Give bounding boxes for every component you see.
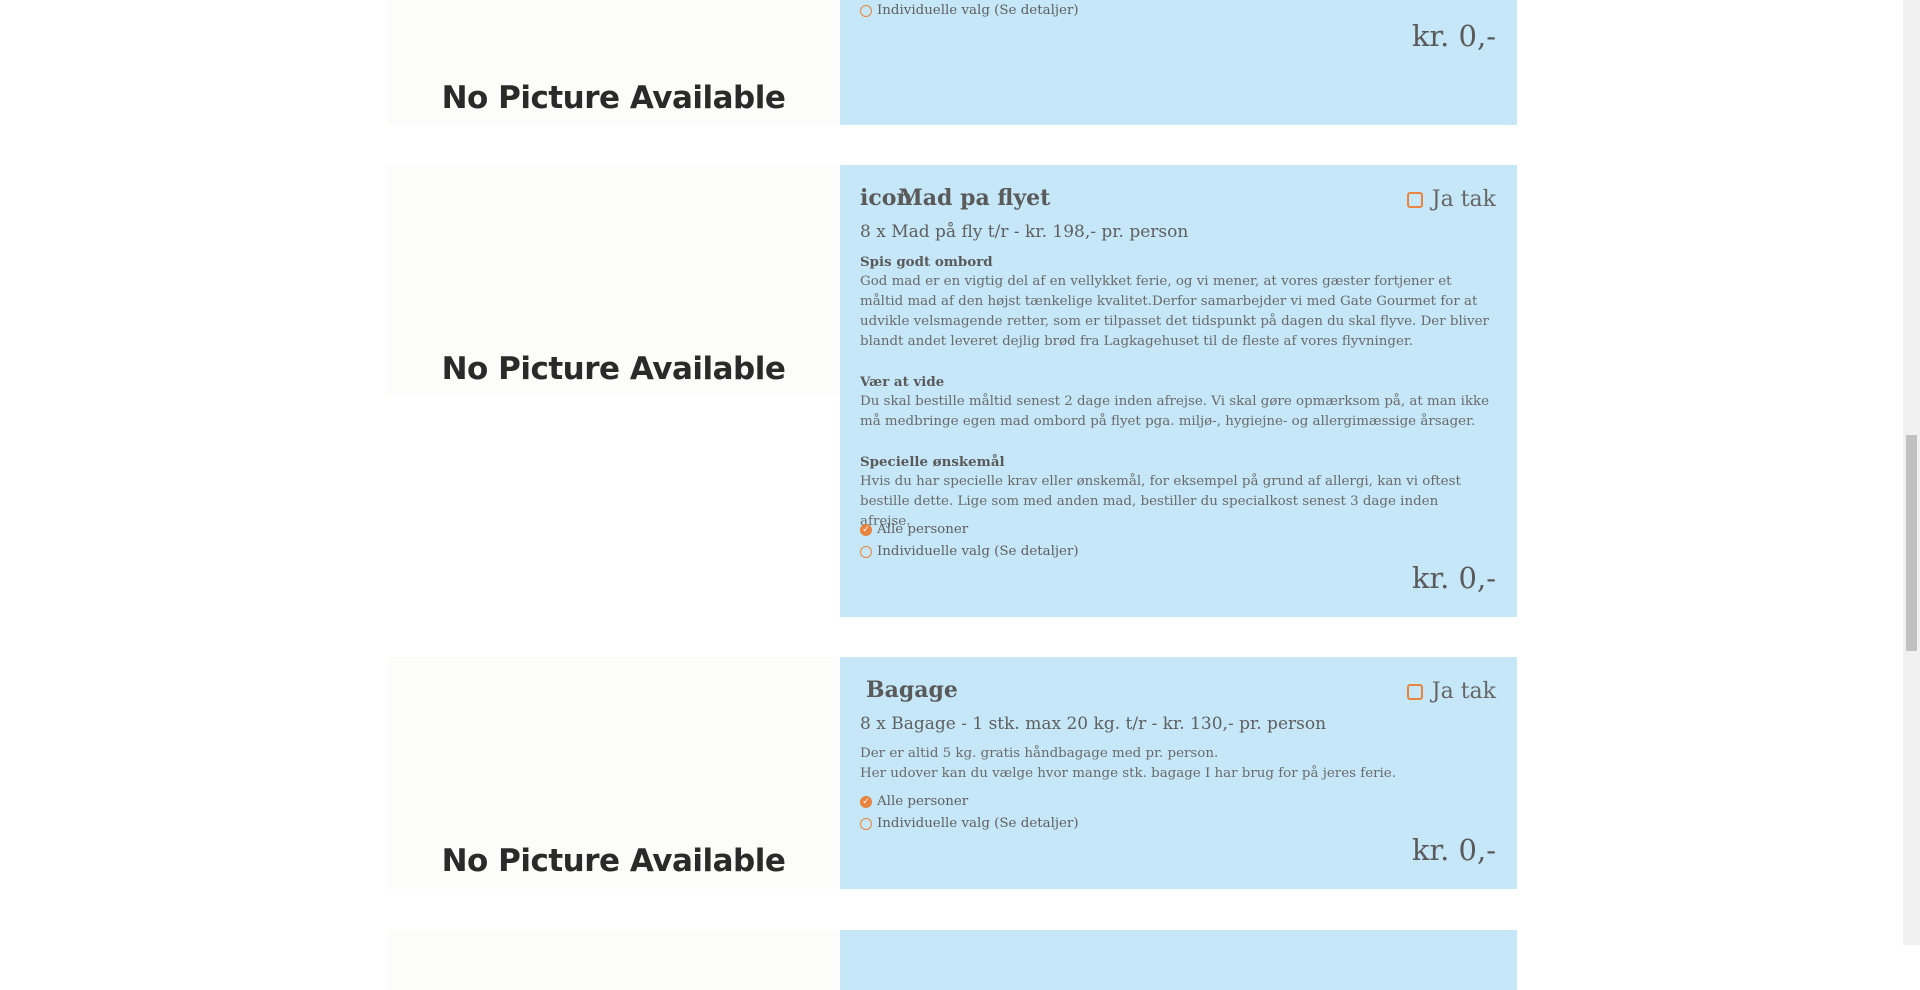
addon-description: Spis godt ombord God mad er en vigtig de… <box>860 252 1490 532</box>
addon-card-partial-bottom <box>387 930 1517 990</box>
option-individual-label: Individuelle valg (Se detaljer) <box>877 3 1079 18</box>
accept-checkbox[interactable]: Ja tak <box>1406 679 1496 704</box>
product-image-placeholder: No Picture Available <box>387 657 840 889</box>
addon-title: Bagage <box>866 677 958 703</box>
section-heading: Vær at vide <box>860 374 945 390</box>
addon-info-panel <box>840 930 1517 990</box>
addon-card-meal: No Picture Available iconMad pa flyet Ja… <box>387 165 1517 617</box>
description-line: Her udover kan du vælge hvor mange stk. … <box>860 766 1396 781</box>
addon-title-text: Bagage <box>866 677 958 703</box>
addon-card-baggage: No Picture Available Bagage Ja tak 8 x B… <box>387 657 1517 889</box>
addon-info-panel: Individuelle valg (Se detaljer) kr. 0,- <box>840 0 1517 125</box>
section-text: God mad er en vigtig del af en vellykket… <box>860 274 1489 349</box>
page-scrollbar[interactable] <box>1903 0 1920 945</box>
option-individual[interactable]: Individuelle valg (Se detaljer) <box>860 816 1079 831</box>
addon-info-panel: iconMad pa flyet Ja tak 8 x Mad på fly t… <box>840 165 1517 617</box>
accept-checkbox[interactable]: Ja tak <box>1406 187 1496 212</box>
option-all-label: Alle personer <box>877 794 969 809</box>
product-image-placeholder <box>387 930 840 990</box>
option-all-label: Alle personer <box>877 522 969 537</box>
product-image-placeholder: No Picture Available <box>387 165 840 396</box>
radio-selected-icon[interactable]: ✓ <box>860 523 872 536</box>
addon-title-text: Mad pa flyet <box>898 185 1051 211</box>
option-individual[interactable]: Individuelle valg (Se detaljer) <box>860 3 1079 18</box>
addon-subtitle: 8 x Bagage - 1 stk. max 20 kg. t/r - kr.… <box>860 714 1327 734</box>
option-individual[interactable]: Individuelle valg (Se detaljer) <box>860 544 1079 559</box>
radio-unselected-icon[interactable] <box>860 545 872 558</box>
price-total: kr. 0,- <box>1411 833 1496 867</box>
radio-unselected-icon[interactable] <box>860 817 872 830</box>
addon-subtitle: 8 x Mad på fly t/r - kr. 198,- pr. perso… <box>860 222 1189 242</box>
price-total: kr. 0,- <box>1411 561 1496 595</box>
checkbox-icon[interactable] <box>1406 683 1423 700</box>
addon-description: Der er altid 5 kg. gratis håndbagage med… <box>860 744 1490 784</box>
no-picture-text: No Picture Available <box>441 80 786 116</box>
option-all-persons[interactable]: ✓ Alle personer <box>860 794 968 809</box>
radio-unselected-icon[interactable] <box>860 4 872 17</box>
radio-selected-icon[interactable]: ✓ <box>860 795 872 808</box>
scrollbar-thumb[interactable] <box>1906 435 1917 651</box>
section-text: Du skal bestille måltid senest 2 dage in… <box>860 394 1490 429</box>
option-individual-label: Individuelle valg (Se detaljer) <box>877 816 1079 831</box>
addon-card-partial-top: No Picture Available Individuelle valg (… <box>387 0 1517 125</box>
description-line: Der er altid 5 kg. gratis håndbagage med… <box>860 746 1219 761</box>
no-picture-text: No Picture Available <box>441 843 786 879</box>
product-image-placeholder: No Picture Available <box>387 0 840 125</box>
no-picture-text: No Picture Available <box>441 351 786 387</box>
addon-title: iconMad pa flyet <box>860 185 1050 211</box>
addon-info-panel: Bagage Ja tak 8 x Bagage - 1 stk. max 20… <box>840 657 1517 889</box>
accept-label: Ja tak <box>1431 679 1496 704</box>
section-heading: Specielle ønskemål <box>860 454 1005 470</box>
price-total: kr. 0,- <box>1411 19 1496 53</box>
option-individual-label: Individuelle valg (Se detaljer) <box>877 544 1079 559</box>
section-heading: Spis godt ombord <box>860 254 993 270</box>
option-all-persons[interactable]: ✓ Alle personer <box>860 522 968 537</box>
checkbox-icon[interactable] <box>1406 191 1423 208</box>
accept-label: Ja tak <box>1431 187 1496 212</box>
broken-icon-text: icon <box>860 185 913 211</box>
